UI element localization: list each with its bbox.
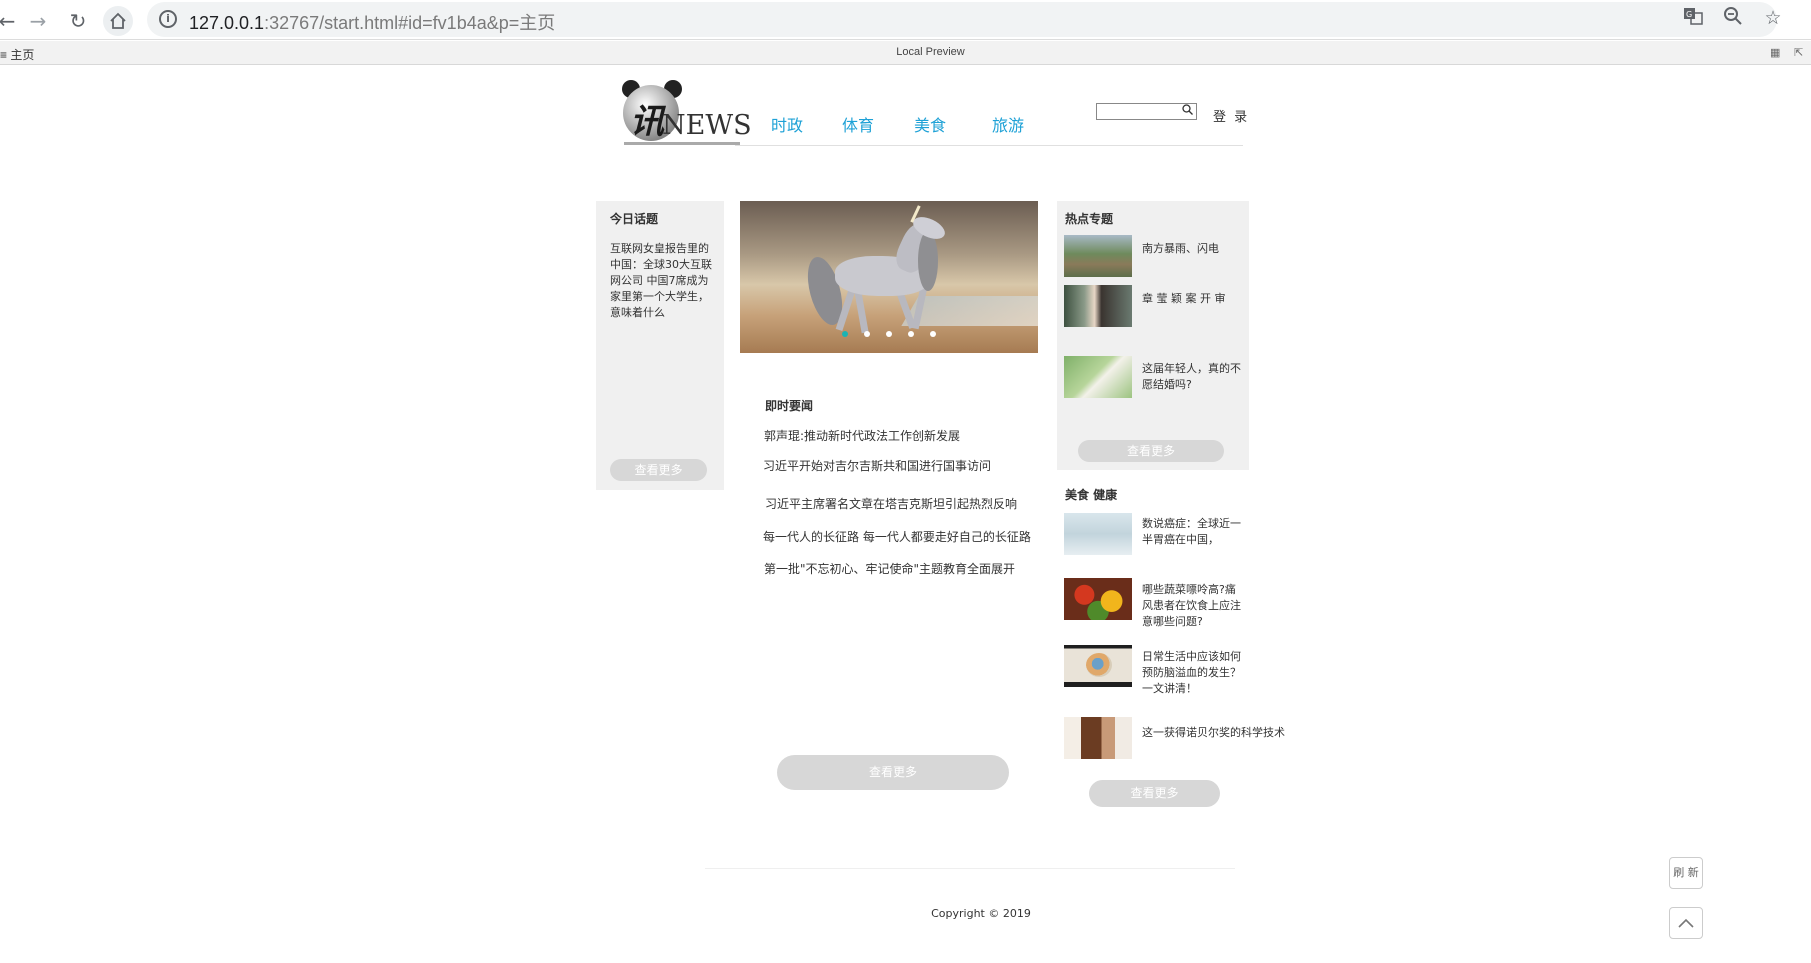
address-bar[interactable]: i 127.0.0.1:32767/start.html#id=fv1b4a&p… [147, 2, 1777, 37]
translate-icon[interactable]: G [1681, 6, 1705, 30]
header-divider [735, 145, 1243, 146]
today-topic-panel: 今日话题 互联网女皇报告里的中国：全球30大互联网公司 中国7席成为家里第一个大… [596, 201, 724, 490]
preview-toolbar: ≡ 主页 Local Preview ▦ ⇱ [0, 41, 1811, 65]
hot-item-text[interactable]: 章 莹 颖 案 开 审 [1142, 291, 1242, 307]
url-host: 127.0.0.1 [189, 13, 265, 33]
today-topic-title: 今日话题 [610, 212, 659, 226]
breaking-news-title: 即时要闻 [765, 399, 814, 413]
news-link[interactable]: 郭声琨:推动新时代政法工作创新发展 [764, 427, 960, 444]
carousel-dot[interactable] [886, 331, 892, 337]
carousel-dot[interactable] [908, 331, 914, 337]
back-icon[interactable]: ← [0, 6, 22, 36]
health-thumb-doctor[interactable] [1064, 513, 1132, 555]
reload-icon[interactable]: ↻ [63, 6, 93, 36]
zoom-out-icon[interactable] [1721, 6, 1745, 30]
expand-icon[interactable]: ⇱ [1794, 46, 1803, 59]
login-link[interactable]: 登 录 [1213, 106, 1249, 125]
health-thumb-hands[interactable] [1064, 717, 1132, 759]
health-item-text[interactable]: 这一获得诺贝尔奖的科学技术 [1142, 725, 1312, 741]
svg-text:G: G [1686, 10, 1692, 19]
health-more-button[interactable]: 查看更多 [1089, 780, 1220, 807]
news-link[interactable]: 习近平主席署名文章在塔吉克斯坦引起热烈反响 [765, 495, 1017, 512]
carousel-indicators [740, 331, 1038, 337]
news-link[interactable]: 第一批"不忘初心、牢记使命"主题教育全面展开 [764, 560, 1015, 577]
hot-item-text[interactable]: 这届年轻人，真的不愿结婚吗? [1142, 361, 1242, 393]
url-text[interactable]: 127.0.0.1:32767/start.html#id=fv1b4a&p=主… [189, 9, 555, 35]
preview-title: Local Preview [896, 46, 965, 58]
nav-link-sports[interactable]: 体育 [842, 112, 874, 136]
hot-topics-panel: 热点专题 南方暴雨、闪电 章 莹 颖 案 开 审 这届年轻人，真的不愿结婚吗? … [1057, 201, 1249, 470]
search-icon[interactable] [1182, 104, 1193, 118]
panel-icon[interactable]: ▦ [1770, 46, 1780, 59]
chevron-up-icon [1678, 918, 1694, 928]
unicorn-leg [854, 290, 869, 334]
carousel-dot[interactable] [930, 331, 936, 337]
hot-thumb-flood[interactable] [1064, 235, 1132, 277]
copyright-text: Copyright © 2019 [931, 907, 1031, 920]
unicorn-mane [918, 231, 938, 291]
news-link[interactable]: 习近平开始对吉尔吉斯共和国进行国事访问 [763, 457, 991, 474]
health-thumb-vegetables[interactable] [1064, 578, 1132, 620]
hot-topics-title: 热点专题 [1065, 212, 1114, 226]
logo-underline [624, 142, 740, 145]
site-info-icon[interactable]: i [159, 10, 177, 28]
health-section-title: 美食 健康 [1065, 488, 1118, 502]
today-topic-text[interactable]: 互联网女皇报告里的中国：全球30大互联网公司 中国7席成为家里第一个大学生，意味… [610, 241, 716, 321]
breaking-more-button[interactable]: 查看更多 [777, 755, 1009, 790]
brain-image [1086, 653, 1112, 677]
browser-toolbar: ← → ↻ i 127.0.0.1:32767/start.html#id=fv… [0, 0, 1811, 40]
logo-char: 讯 [630, 102, 664, 142]
bookmark-star-icon[interactable]: ☆ [1761, 6, 1785, 30]
forward-icon[interactable]: → [23, 6, 53, 36]
carousel-dot[interactable] [864, 331, 870, 337]
site-logo[interactable]: 讯 NEWS [620, 80, 752, 150]
url-path: :32767/start.html#id=fv1b4a&p=主页 [264, 13, 556, 33]
logo-text: NEWS [662, 110, 752, 141]
home-icon[interactable] [103, 6, 133, 36]
hero-carousel[interactable] [740, 201, 1038, 353]
hot-thumb-portrait[interactable] [1064, 285, 1132, 327]
health-thumb-brain[interactable] [1064, 645, 1132, 687]
health-item-text[interactable]: 数说癌症：全球近一半胃癌在中国， [1142, 516, 1242, 548]
nav-link-food[interactable]: 美食 [914, 112, 946, 136]
footer-divider [705, 868, 1235, 869]
news-link[interactable]: 每一代人的长征路 每一代人都要走好自己的长征路 [763, 528, 1031, 545]
health-item-text[interactable]: 日常生活中应该如何预防脑溢血的发生？一文讲清！ [1142, 649, 1242, 697]
back-to-top-button[interactable] [1669, 907, 1703, 939]
today-more-button[interactable]: 查看更多 [610, 459, 707, 481]
nav-link-travel[interactable]: 旅游 [992, 112, 1024, 136]
health-item-text[interactable]: 哪些蔬菜嘌呤高?痛风患者在饮食上应注意哪些问题? [1142, 582, 1242, 630]
refresh-button[interactable]: 刷 新 [1669, 857, 1703, 889]
hot-thumb-couple[interactable] [1064, 356, 1132, 398]
hot-item-text[interactable]: 南方暴雨、闪电 [1142, 241, 1242, 257]
carousel-dot[interactable] [842, 331, 848, 337]
hot-more-button[interactable]: 查看更多 [1078, 440, 1224, 462]
nav-link-politics[interactable]: 时政 [771, 112, 803, 136]
search-input[interactable] [1096, 103, 1197, 120]
